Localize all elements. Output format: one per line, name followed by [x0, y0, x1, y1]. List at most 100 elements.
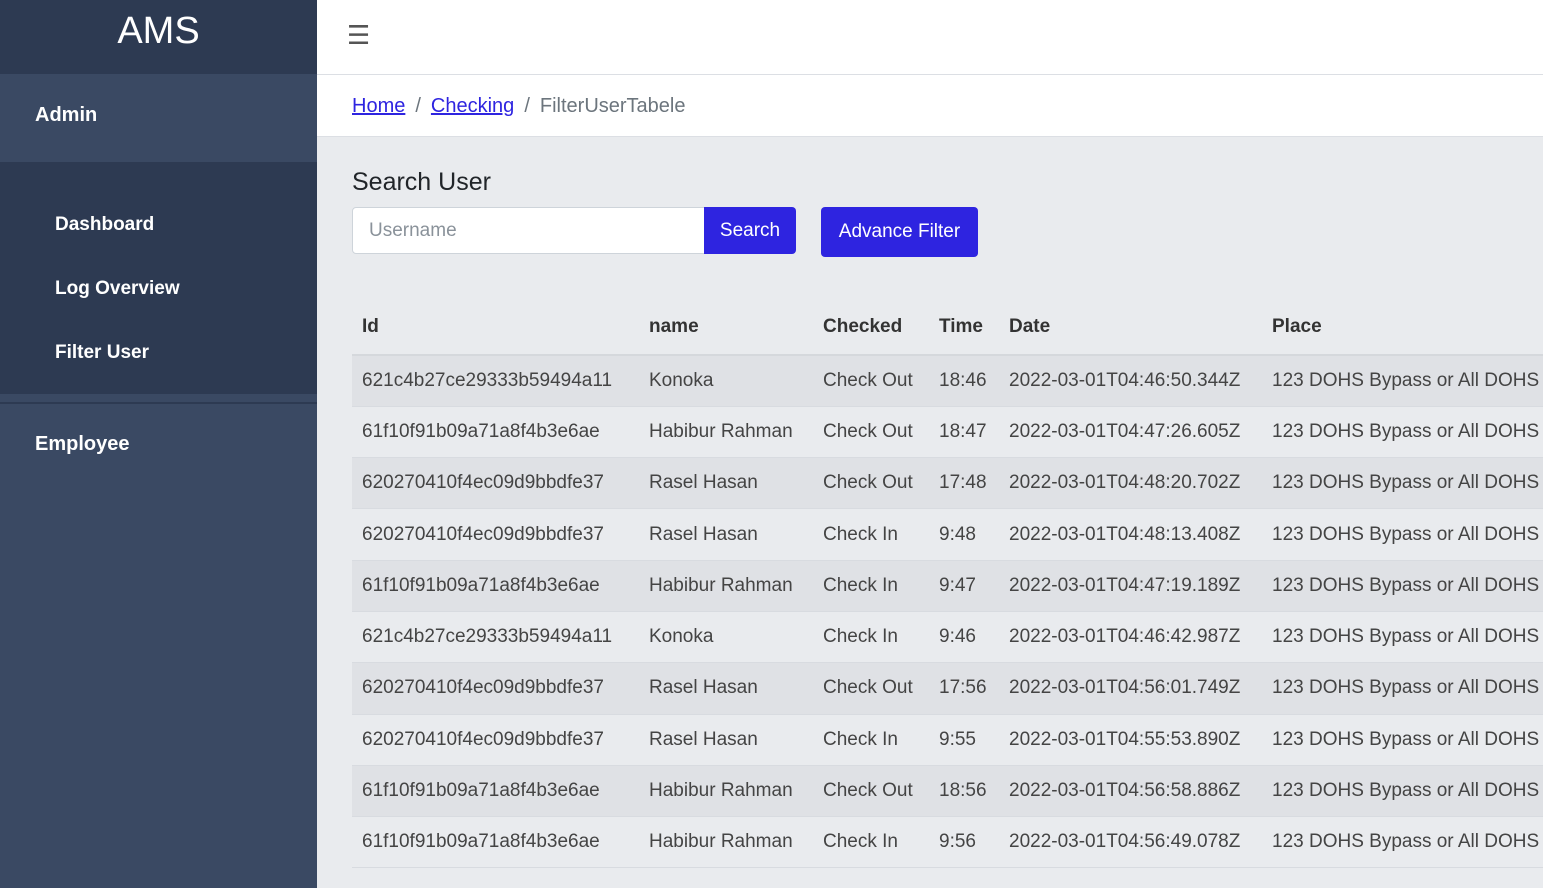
- cell-id: 61f10f91b09a71a8f4b3e6ae: [352, 560, 639, 612]
- column-header-checked[interactable]: Checked: [813, 300, 929, 356]
- column-header-name[interactable]: name: [639, 300, 813, 356]
- column-header-time[interactable]: Time: [929, 300, 999, 356]
- cell-id: 620270410f4ec09d9bbdfe37: [352, 508, 639, 561]
- cell-name: Habibur Rahman: [639, 560, 813, 612]
- sidebar-section-admin[interactable]: Admin: [0, 74, 317, 162]
- breadcrumb-checking[interactable]: Checking: [431, 95, 514, 117]
- cell-time: 9:56: [929, 816, 999, 869]
- cell-checked: Check In: [813, 714, 929, 766]
- main-content: Search User Search Advance Filter Id nam…: [352, 137, 1543, 869]
- cell-date: 2022-03-01T04:46:42.987Z: [999, 611, 1262, 664]
- table-row[interactable]: 61f10f91b09a71a8f4b3e6ae Habibur Rahman Ch…: [352, 816, 1543, 869]
- column-header-date[interactable]: Date: [999, 300, 1262, 356]
- cell-id: 620270410f4ec09d9bbdfe37: [352, 714, 639, 766]
- sidebar-item-filter-user[interactable]: Filter User: [0, 323, 317, 387]
- advance-filter-button[interactable]: Advance Filter: [821, 207, 978, 257]
- cell-checked: Check In: [813, 611, 929, 664]
- cell-place: 123 DOHS Bypass or All DOHS: [1262, 816, 1543, 869]
- cell-time: 9:47: [929, 560, 999, 612]
- cell-time: 18:47: [929, 406, 999, 459]
- cell-time: 18:46: [929, 355, 999, 407]
- sidebar-item-dashboard[interactable]: Dashboard: [0, 195, 317, 259]
- cell-time: 17:48: [929, 457, 999, 510]
- sidebar-item-log-overview[interactable]: Log Overview: [0, 259, 317, 323]
- cell-time: 9:48: [929, 508, 999, 561]
- cell-checked: Check In: [813, 816, 929, 869]
- cell-id: 61f10f91b09a71a8f4b3e6ae: [352, 406, 639, 459]
- admin-submenu: Dashboard Log Overview Filter User: [0, 162, 317, 394]
- cell-place: 123 DOHS Bypass or All DOHS: [1262, 765, 1543, 818]
- username-search-input[interactable]: [352, 207, 705, 254]
- table-header-row: Id name Checked Time Date Place: [352, 300, 1543, 356]
- breadcrumb: Home / Checking / FilterUserTabele: [317, 75, 1543, 137]
- cell-name: Rasel Hasan: [639, 508, 813, 561]
- table-row[interactable]: 620270410f4ec09d9bbdfe37 Rasel Hasan Check…: [352, 714, 1543, 766]
- cell-time: 9:55: [929, 714, 999, 766]
- cell-checked: Check Out: [813, 765, 929, 818]
- column-header-place[interactable]: Place: [1262, 300, 1543, 356]
- table-row[interactable]: 620270410f4ec09d9bbdfe37 Rasel Hasan Check…: [352, 662, 1543, 715]
- cell-checked: Check In: [813, 560, 929, 612]
- cell-time: 18:56: [929, 765, 999, 818]
- top-bar: ☰: [317, 0, 1543, 75]
- cell-place: 123 DOHS Bypass or All DOHS: [1262, 662, 1543, 715]
- table-row[interactable]: 621c4b27ce29333b59494a11 Konoka Check In 9:…: [352, 611, 1543, 664]
- table-row[interactable]: 620270410f4ec09d9bbdfe37 Rasel Hasan Check…: [352, 508, 1543, 561]
- cell-place: 123 DOHS Bypass or All DOHS: [1262, 508, 1543, 561]
- cell-place: 123 DOHS Bypass or All DOHS: [1262, 406, 1543, 459]
- cell-id: 61f10f91b09a71a8f4b3e6ae: [352, 765, 639, 818]
- cell-place: 123 DOHS Bypass or All DOHS: [1262, 714, 1543, 766]
- cell-time: 17:56: [929, 662, 999, 715]
- table-row[interactable]: 621c4b27ce29333b59494a11 Konoka Check Out 1…: [352, 355, 1543, 407]
- table-row[interactable]: 620270410f4ec09d9bbdfe37 Rasel Hasan Check…: [352, 457, 1543, 510]
- breadcrumb-current: FilterUserTabele: [539, 95, 686, 117]
- cell-date: 2022-03-01T04:47:19.189Z: [999, 560, 1262, 612]
- search-button[interactable]: Search: [704, 207, 796, 254]
- cell-checked: Check Out: [813, 457, 929, 510]
- cell-date: 2022-03-01T04:46:50.344Z: [999, 355, 1262, 407]
- cell-id: 620270410f4ec09d9bbdfe37: [352, 457, 639, 510]
- cell-checked: Check Out: [813, 406, 929, 459]
- cell-name: Habibur Rahman: [639, 406, 813, 459]
- cell-name: Rasel Hasan: [639, 662, 813, 715]
- cell-place: 123 DOHS Bypass or All DOHS: [1262, 355, 1543, 407]
- cell-date: 2022-03-01T04:56:58.886Z: [999, 765, 1262, 818]
- cell-id: 621c4b27ce29333b59494a11: [352, 355, 639, 407]
- cell-name: Rasel Hasan: [639, 714, 813, 766]
- cell-date: 2022-03-01T04:48:13.408Z: [999, 508, 1262, 561]
- sidebar-section-employee[interactable]: Employee: [0, 404, 317, 484]
- cell-date: 2022-03-01T04:56:49.078Z: [999, 816, 1262, 869]
- cell-name: Habibur Rahman: [639, 816, 813, 869]
- cell-place: 123 DOHS Bypass or All DOHS: [1262, 611, 1543, 664]
- cell-id: 61f10f91b09a71a8f4b3e6ae: [352, 816, 639, 869]
- brand-logo[interactable]: AMS: [0, 0, 317, 74]
- table-row[interactable]: 61f10f91b09a71a8f4b3e6ae Habibur Rahman Ch…: [352, 406, 1543, 459]
- cell-name: Konoka: [639, 355, 813, 407]
- hamburger-icon[interactable]: ☰: [347, 20, 370, 51]
- cell-place: 123 DOHS Bypass or All DOHS: [1262, 457, 1543, 510]
- cell-id: 621c4b27ce29333b59494a11: [352, 611, 639, 664]
- table-row[interactable]: 61f10f91b09a71a8f4b3e6ae Habibur Rahman Ch…: [352, 560, 1543, 612]
- search-title: Search User: [352, 168, 491, 196]
- breadcrumb-separator: /: [415, 95, 421, 117]
- cell-checked: Check In: [813, 508, 929, 561]
- breadcrumb-separator: /: [524, 95, 530, 117]
- sidebar: AMS Admin Dashboard Log Overview Filter …: [0, 0, 317, 888]
- cell-name: Rasel Hasan: [639, 457, 813, 510]
- column-header-id[interactable]: Id: [352, 300, 639, 356]
- cell-checked: Check Out: [813, 662, 929, 715]
- cell-checked: Check Out: [813, 355, 929, 407]
- breadcrumb-home[interactable]: Home: [352, 95, 405, 117]
- user-log-table: Id name Checked Time Date Place 621c4b27…: [352, 300, 1543, 869]
- cell-date: 2022-03-01T04:56:01.749Z: [999, 662, 1262, 715]
- cell-date: 2022-03-01T04:55:53.890Z: [999, 714, 1262, 766]
- cell-name: Konoka: [639, 611, 813, 664]
- cell-date: 2022-03-01T04:47:26.605Z: [999, 406, 1262, 459]
- cell-date: 2022-03-01T04:48:20.702Z: [999, 457, 1262, 510]
- search-row: Search Advance Filter: [352, 207, 1543, 267]
- table-row[interactable]: 61f10f91b09a71a8f4b3e6ae Habibur Rahman Ch…: [352, 765, 1543, 818]
- cell-id: 620270410f4ec09d9bbdfe37: [352, 662, 639, 715]
- cell-place: 123 DOHS Bypass or All DOHS: [1262, 560, 1543, 612]
- cell-time: 9:46: [929, 611, 999, 664]
- cell-name: Habibur Rahman: [639, 765, 813, 818]
